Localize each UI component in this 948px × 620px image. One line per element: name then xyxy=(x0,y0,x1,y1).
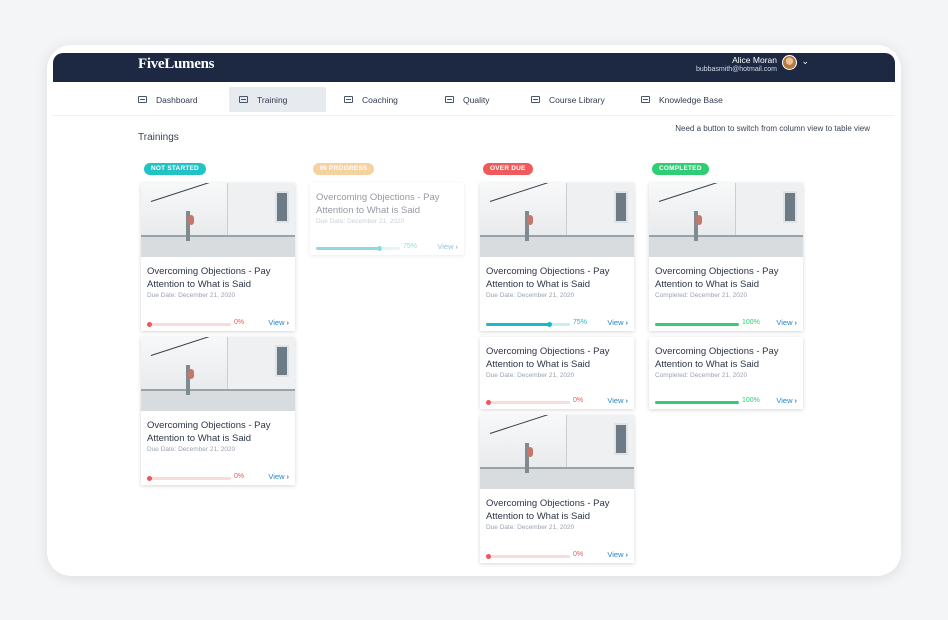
mail-icon xyxy=(641,96,650,103)
training-card[interactable]: Overcoming Objections - Pay Attention to… xyxy=(310,183,464,255)
top-bar: FiveLumens Alice Moran bubbasmith@hotmai… xyxy=(53,53,895,82)
chevron-right-icon: › xyxy=(625,396,629,405)
nav-item-label: Course Library xyxy=(549,94,605,105)
training-date: Completed: December 21, 2020 xyxy=(655,292,748,299)
training-title: Overcoming Objections - Pay Attention to… xyxy=(147,420,271,444)
status-badge: OVER DUE xyxy=(483,163,533,175)
chevron-right-icon: › xyxy=(625,318,629,327)
training-title: Overcoming Objections - Pay Attention to… xyxy=(147,266,271,290)
progress-percent: 0% xyxy=(573,551,584,558)
training-card[interactable]: Overcoming Objections - Pay Attention to… xyxy=(480,415,634,563)
progress-percent: 100% xyxy=(742,397,760,404)
progress-percent: 75% xyxy=(573,319,588,326)
mail-icon xyxy=(531,96,540,103)
app-logo[interactable]: FiveLumens xyxy=(138,56,214,73)
training-title: Overcoming Objections - Pay Attention to… xyxy=(655,266,779,290)
progress-percent: 0% xyxy=(234,473,245,480)
view-link[interactable]: View › xyxy=(607,396,628,405)
mail-icon xyxy=(344,96,353,103)
nav-item-coaching[interactable]: Coaching xyxy=(334,87,424,112)
training-date: Due Date: December 21, 2020 xyxy=(486,524,575,531)
main-nav: Dashboard Training Coaching Quality Cour… xyxy=(53,86,895,116)
view-link[interactable]: View › xyxy=(607,318,628,327)
progress-percent: 100% xyxy=(742,319,760,326)
chevron-right-icon: › xyxy=(794,318,798,327)
training-title: Overcoming Objections - Pay Attention to… xyxy=(486,346,610,370)
column-in-progress: IN PROGRESS Overcoming Objections - Pay … xyxy=(310,157,466,261)
user-email: bubbasmith@hotmail.com xyxy=(695,66,777,73)
nav-item-quality[interactable]: Quality xyxy=(435,87,515,112)
chevron-right-icon: › xyxy=(286,472,290,481)
progress-bar xyxy=(316,246,400,251)
training-title: Overcoming Objections - Pay Attention to… xyxy=(486,498,610,522)
training-date: Due Date: December 21, 2020 xyxy=(316,218,405,225)
training-date: Completed: December 21, 2020 xyxy=(655,372,748,379)
chevron-down-icon[interactable]: ⌄ xyxy=(801,56,809,67)
progress-percent: 0% xyxy=(234,319,245,326)
training-date: Due Date: December 21, 2020 xyxy=(486,372,575,379)
mail-icon xyxy=(138,96,147,103)
training-thumbnail xyxy=(480,415,634,489)
status-badge: NOT STARTED xyxy=(144,163,206,175)
training-date: Due Date: December 21, 2020 xyxy=(147,292,236,299)
column-not-started: NOT STARTED Overcoming Objections - Pay … xyxy=(141,157,297,491)
training-thumbnail xyxy=(141,337,295,411)
progress-percent: 75% xyxy=(403,243,418,250)
chevron-right-icon: › xyxy=(794,396,798,405)
progress-bar xyxy=(147,476,231,481)
view-link[interactable]: View › xyxy=(437,242,458,251)
training-card[interactable]: Overcoming Objections - Pay Attention to… xyxy=(480,183,634,331)
progress-bar xyxy=(486,400,570,405)
view-link[interactable]: View › xyxy=(268,472,289,481)
training-card[interactable]: Overcoming Objections - Pay Attention to… xyxy=(649,337,803,409)
column-completed: COMPLETED Overcoming Objections - Pay At… xyxy=(649,157,805,415)
training-thumbnail xyxy=(141,183,295,257)
nav-item-label: Knowledge Base xyxy=(659,94,723,105)
training-thumbnail xyxy=(649,183,803,257)
progress-bar xyxy=(486,554,570,559)
view-link[interactable]: View › xyxy=(776,396,797,405)
training-title: Overcoming Objections - Pay Attention to… xyxy=(486,266,610,290)
nav-item-label: Training xyxy=(257,94,288,105)
training-title: Overcoming Objections - Pay Attention to… xyxy=(655,346,779,370)
page-title: Trainings xyxy=(138,132,179,143)
training-date: Due Date: December 21, 2020 xyxy=(147,446,236,453)
user-name: Alice Moran xyxy=(732,55,777,65)
progress-bar xyxy=(655,323,739,326)
progress-percent: 0% xyxy=(573,397,584,404)
mail-icon xyxy=(239,96,248,103)
status-badge: COMPLETED xyxy=(652,163,709,175)
training-card[interactable]: Overcoming Objections - Pay Attention to… xyxy=(649,183,803,331)
avatar[interactable] xyxy=(782,55,797,70)
nav-item-knowledge-base[interactable]: Knowledge Base xyxy=(631,87,741,112)
training-title: Overcoming Objections - Pay Attention to… xyxy=(316,192,440,216)
view-link[interactable]: View › xyxy=(607,550,628,559)
chevron-right-icon: › xyxy=(625,550,629,559)
nav-item-dashboard[interactable]: Dashboard xyxy=(128,87,213,112)
view-switch-note: Need a button to switch from column view… xyxy=(675,124,870,133)
nav-item-label: Quality xyxy=(463,94,490,105)
nav-item-training[interactable]: Training xyxy=(229,87,326,112)
column-over-due: OVER DUE Overcoming Objections - Pay Att… xyxy=(480,157,636,569)
status-badge: IN PROGRESS xyxy=(313,163,375,175)
training-thumbnail xyxy=(480,183,634,257)
nav-item-label: Coaching xyxy=(362,94,398,105)
nav-item-course-library[interactable]: Course Library xyxy=(521,87,621,112)
mail-icon xyxy=(445,96,454,103)
training-date: Due Date: December 21, 2020 xyxy=(486,292,575,299)
view-link[interactable]: View › xyxy=(776,318,797,327)
training-card[interactable]: Overcoming Objections - Pay Attention to… xyxy=(141,183,295,331)
nav-item-label: Dashboard xyxy=(156,94,198,105)
training-card[interactable]: Overcoming Objections - Pay Attention to… xyxy=(141,337,295,485)
progress-bar xyxy=(655,401,739,404)
progress-bar xyxy=(147,322,231,327)
chevron-right-icon: › xyxy=(455,242,459,251)
chevron-right-icon: › xyxy=(286,318,290,327)
training-card[interactable]: Overcoming Objections - Pay Attention to… xyxy=(480,337,634,409)
view-link[interactable]: View › xyxy=(268,318,289,327)
progress-bar xyxy=(486,322,570,327)
